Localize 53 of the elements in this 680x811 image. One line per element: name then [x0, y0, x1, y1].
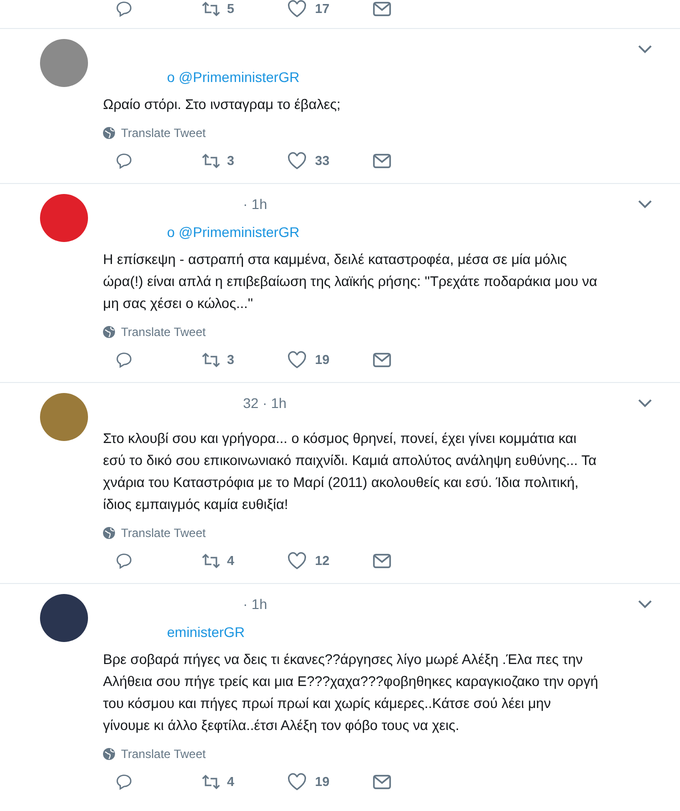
avatar[interactable] — [40, 594, 88, 642]
retweet-icon[interactable] — [201, 0, 221, 18]
like-count: 17 — [315, 0, 330, 18]
retweet-icon[interactable] — [201, 152, 221, 170]
tweet-text: Βρε σοβαρά πήγες να δεις τι έκανες??άργησες λίγο μωρέ Αλέξη .Έλα πες την Αλήθεια σου πήγε τρείς και μια Ε???χαχα???φοβηθηκες καραγκιοζακο την οργή του κόσμου και πήγες πρωί πρωί και χωρίς κάμερες..Κάτσε σού λέει μην γίνουμε κι άλλο ξεφτίλα..έτσι Αλέξη τον φόβο τους να χεις. — [103, 650, 600, 735]
globe-icon — [103, 527, 115, 539]
tweet-text: Στο κλουβί σου και γρήγορα... ο κόσμος θρηνεί, πονεί, έχει γίνει κομμάτια και εσύ το δικό σου επικοινωνιακό παιχνίδι. Καμιά απολύτος ανάληψη ευθύνης... Τα χνάρια του Καταστρόφια με το Μαρί (2011) ακολουθείς και εσύ. Ίδια πολιτική, ίδιος εμπαιγμός καμία ευθιξία! — [103, 429, 598, 514]
retweet-count: 5 — [227, 0, 236, 18]
mail-icon[interactable] — [373, 352, 391, 368]
reply-icon[interactable] — [115, 773, 133, 791]
reply-to-link[interactable]: o @PrimeministerGR — [167, 224, 300, 240]
translate-tweet-link[interactable]: Translate Tweet — [121, 323, 206, 341]
heart-icon[interactable] — [287, 351, 307, 369]
heart-icon[interactable] — [287, 773, 307, 791]
like-count: 33 — [315, 152, 330, 170]
chevron-down-icon[interactable] — [638, 44, 652, 54]
translate-tweet-link[interactable]: Translate Tweet — [121, 524, 206, 542]
reply-icon[interactable] — [115, 152, 133, 170]
reply-to-link[interactable]: eministerGR — [167, 624, 245, 640]
reply-icon[interactable] — [115, 552, 133, 570]
like-count: 12 — [315, 552, 330, 570]
chevron-down-icon[interactable] — [638, 398, 652, 408]
retweet-icon[interactable] — [201, 773, 221, 791]
heart-icon[interactable] — [287, 152, 307, 170]
globe-icon — [103, 127, 115, 139]
translate-tweet-link[interactable]: Translate Tweet — [121, 745, 206, 763]
retweet-icon[interactable] — [201, 552, 221, 570]
mail-icon[interactable] — [373, 553, 391, 569]
retweet-count: 4 — [227, 552, 236, 570]
like-count: 19 — [315, 773, 330, 792]
tweet-text: Ωραίο στόρι. Στο ινσταγραμ το έβαλες; — [103, 95, 342, 114]
globe-icon — [103, 326, 115, 338]
tweet-text: Η επίσκεψη - αστραπή στα καμμένα, δειλέ καταστροφέα, μέσα σε μία μόλις ώρα(!) είναι απλά η επιβεβαίωση της λαϊκής ρήσης: ''Τρεχάτε ποδαράκια μου να μη σας χέσει ο κώλος...'' — [103, 250, 598, 313]
chevron-down-icon[interactable] — [638, 599, 652, 609]
mail-icon[interactable] — [373, 1, 391, 17]
retweet-count: 3 — [227, 152, 236, 170]
retweet-icon[interactable] — [201, 351, 221, 369]
like-count: 19 — [315, 351, 330, 370]
reply-to-link[interactable]: o @PrimeministerGR — [167, 69, 300, 85]
globe-icon — [103, 748, 115, 760]
retweet-count: 4 — [227, 773, 236, 792]
chevron-down-icon[interactable] — [638, 199, 652, 209]
heart-icon[interactable] — [287, 0, 307, 18]
retweet-count: 3 — [227, 351, 236, 370]
translate-tweet-link[interactable]: Translate Tweet — [121, 124, 206, 142]
heart-icon[interactable] — [287, 552, 307, 570]
mail-icon[interactable] — [373, 774, 391, 790]
tweet-time: · 1h — [243, 594, 268, 614]
reply-icon[interactable] — [115, 0, 133, 18]
reply-icon[interactable] — [115, 351, 133, 369]
tweet-time: · 1h — [243, 194, 268, 214]
mail-icon[interactable] — [373, 153, 391, 169]
tweet-time: 32 · 1h — [243, 394, 287, 412]
